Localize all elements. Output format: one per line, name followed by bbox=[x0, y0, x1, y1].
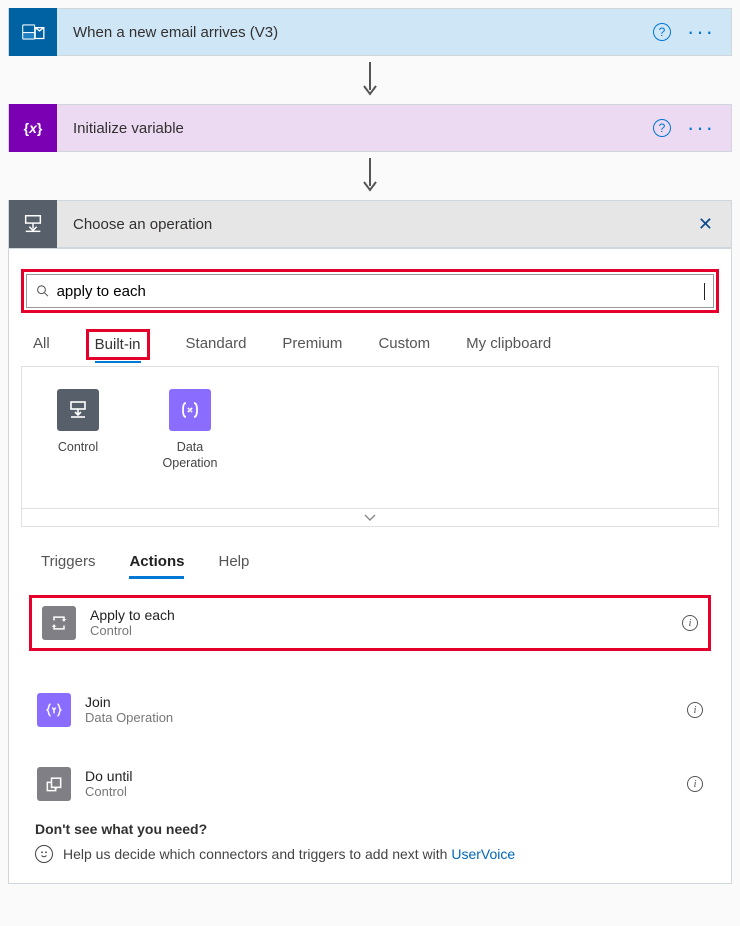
subtab-help[interactable]: Help bbox=[218, 553, 249, 579]
step-variable-card[interactable]: {x} Initialize variable ? ··· bbox=[8, 104, 732, 152]
outlook-icon bbox=[9, 8, 57, 56]
search-input[interactable] bbox=[51, 283, 703, 300]
control-icon bbox=[57, 389, 99, 431]
tab-my-clipboard[interactable]: My clipboard bbox=[466, 335, 551, 360]
tab-built-in[interactable]: Built-in bbox=[95, 336, 141, 363]
step-variable-title: Initialize variable bbox=[57, 120, 653, 137]
footer-tip-text: Help us decide which connectors and trig… bbox=[63, 846, 515, 862]
subtab-actions[interactable]: Actions bbox=[129, 553, 184, 579]
operation-icon bbox=[9, 200, 57, 248]
info-icon[interactable]: i bbox=[682, 615, 698, 631]
action-list: Apply to eachControliJoinData Operationi… bbox=[21, 589, 719, 807]
flow-arrow-icon bbox=[8, 56, 732, 104]
action-title: Apply to each bbox=[90, 607, 175, 623]
action-text: JoinData Operation bbox=[85, 694, 173, 725]
connector-data-operation[interactable]: Data Operation bbox=[154, 389, 226, 472]
smiley-icon bbox=[35, 845, 53, 863]
connector-control[interactable]: Control bbox=[42, 389, 114, 472]
tab-standard[interactable]: Standard bbox=[186, 335, 247, 360]
action-text: Do untilControl bbox=[85, 768, 132, 799]
sub-tabs: Triggers Actions Help bbox=[21, 527, 719, 589]
close-icon[interactable]: ✕ bbox=[698, 214, 731, 235]
category-tabs: All Built-in Standard Premium Custom My clipb… bbox=[21, 335, 719, 360]
help-icon[interactable]: ? bbox=[653, 23, 671, 41]
tab-premium[interactable]: Premium bbox=[282, 335, 342, 360]
info-icon[interactable]: i bbox=[687, 776, 703, 792]
expand-chevron-button[interactable] bbox=[21, 509, 719, 527]
connector-grid: Control Data Operation bbox=[21, 366, 719, 509]
action-apply-to-each[interactable]: Apply to eachControl i bbox=[34, 600, 706, 646]
data-operation-icon bbox=[169, 389, 211, 431]
help-icon[interactable]: ? bbox=[653, 119, 671, 137]
search-icon bbox=[35, 283, 51, 299]
action-do-until[interactable]: Do untilControl i bbox=[29, 761, 711, 807]
subtab-triggers[interactable]: Triggers bbox=[41, 553, 95, 579]
action-join[interactable]: JoinData Operation i bbox=[29, 687, 711, 733]
step-email-card[interactable]: When a new email arrives (V3) ? ··· bbox=[8, 8, 732, 56]
action-title: Do until bbox=[85, 768, 132, 784]
search-highlight bbox=[21, 269, 719, 313]
search-input-wrapper[interactable] bbox=[26, 274, 714, 308]
footer-tip-title: Don't see what you need? bbox=[35, 821, 705, 837]
action-subtitle: Control bbox=[90, 623, 175, 638]
tab-custom[interactable]: Custom bbox=[378, 335, 430, 360]
step-operation-header: Choose an operation ✕ bbox=[8, 200, 732, 248]
flow-arrow-icon bbox=[8, 152, 732, 200]
info-icon[interactable]: i bbox=[687, 702, 703, 718]
step-operation-title: Choose an operation bbox=[57, 216, 698, 233]
footer-tip: Don't see what you need? Help us decide … bbox=[21, 807, 719, 867]
action-title: Join bbox=[85, 694, 173, 710]
join-icon bbox=[37, 693, 71, 727]
action-highlight: Apply to eachControl i bbox=[29, 595, 711, 651]
variable-icon: {x} bbox=[9, 104, 57, 152]
tab-all[interactable]: All bbox=[33, 335, 50, 360]
step-email-title: When a new email arrives (V3) bbox=[57, 24, 653, 41]
uservoice-link[interactable]: UserVoice bbox=[451, 846, 515, 862]
action-text: Apply to eachControl bbox=[90, 607, 175, 638]
apply-to-each-icon bbox=[42, 606, 76, 640]
do-until-icon bbox=[37, 767, 71, 801]
connector-label: Data Operation bbox=[154, 439, 226, 472]
action-subtitle: Data Operation bbox=[85, 710, 173, 725]
connector-label: Control bbox=[42, 439, 114, 455]
action-subtitle: Control bbox=[85, 784, 132, 799]
tab-highlight: Built-in bbox=[86, 329, 150, 360]
operation-panel: All Built-in Standard Premium Custom My clipb… bbox=[8, 248, 732, 884]
